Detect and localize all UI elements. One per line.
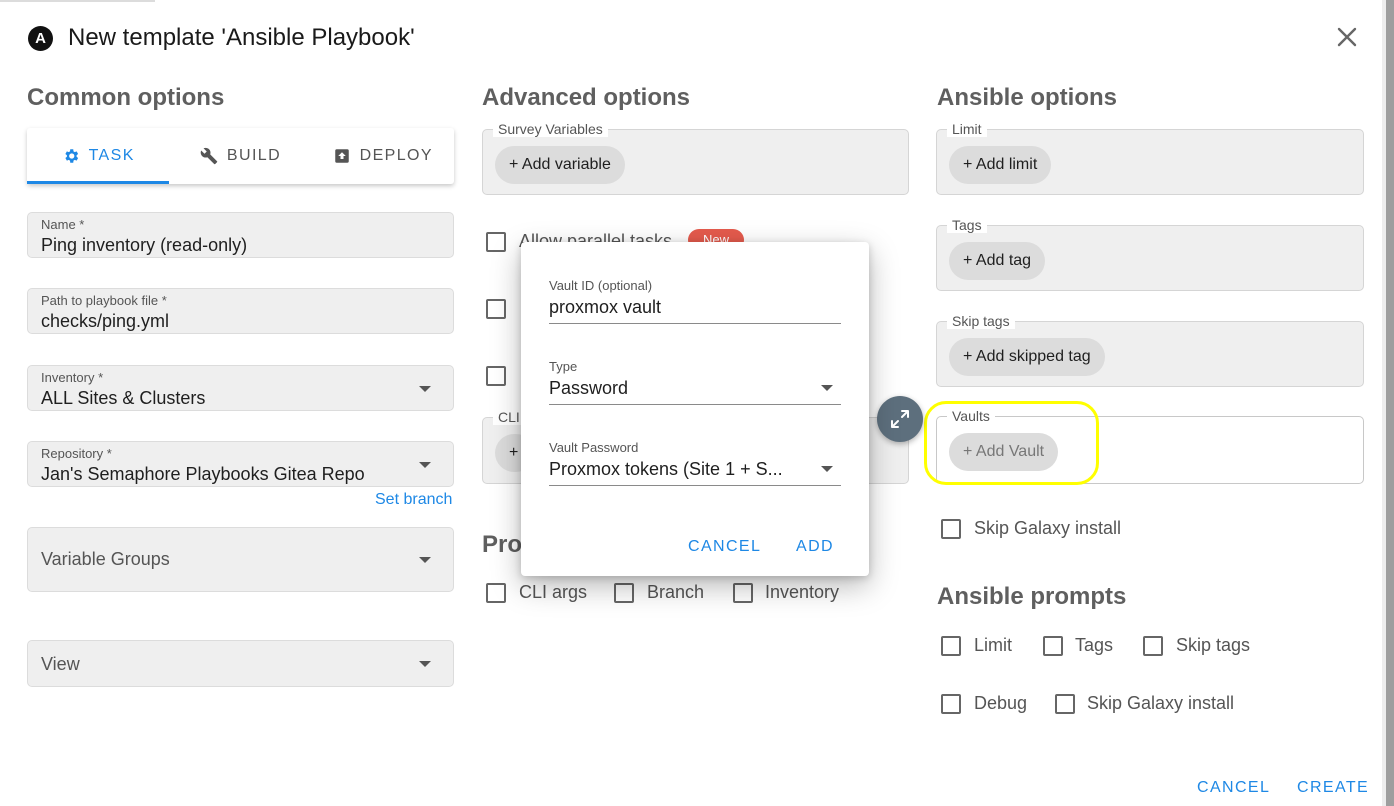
chevron-down-icon (821, 466, 833, 472)
prompt-debug-checkbox[interactable] (941, 694, 961, 714)
tab-task-label: TASK (88, 147, 135, 164)
set-branch-link[interactable]: Set branch (375, 491, 452, 509)
wrench-icon (200, 147, 218, 165)
prompt-skip-tags-checkbox[interactable] (1143, 636, 1163, 656)
vault-id-label: Vault ID (optional) (549, 278, 653, 293)
vault-type-select[interactable]: Type Password (549, 359, 841, 405)
skip-galaxy-label: Skip Galaxy install (974, 518, 1122, 538)
add-variable-button[interactable]: + Add variable (495, 146, 625, 184)
chevron-down-icon (419, 462, 431, 468)
prompt-limit-checkbox[interactable] (941, 636, 961, 656)
name-field-label: Name * (41, 217, 85, 232)
vault-password-select[interactable]: Vault Password Proxmox tokens (Site 1 + … (549, 440, 841, 486)
add-tag-button[interactable]: + Add tag (949, 242, 1046, 280)
chevron-down-icon (419, 661, 431, 667)
prompt-cli-args-label: CLI args (519, 582, 588, 602)
prompt-skip-tags-label: Skip tags (1176, 635, 1251, 655)
dialog-header: A New template 'Ansible Playbook' (28, 24, 415, 52)
prompts-title: Pro (482, 531, 523, 558)
cancel-button[interactable]: CANCEL (1197, 779, 1270, 797)
skip-tags-box: Skip tags + Add skipped tag (936, 313, 1364, 387)
advanced-checkbox-2[interactable] (486, 299, 506, 319)
skip-tags-label: Skip tags (947, 313, 1015, 329)
vault-id-field[interactable]: Vault ID (optional) proxmox vault (549, 278, 841, 324)
vault-type-label: Type (549, 359, 578, 374)
survey-variables-box: Survey Variables + Add variable (482, 121, 909, 195)
view-placeholder: View (41, 654, 80, 674)
ansible-logo-icon: A (28, 25, 53, 51)
close-icon[interactable] (1336, 26, 1358, 48)
vault-add-button[interactable]: ADD (796, 538, 834, 556)
add-skipped-tag-button[interactable]: + Add skipped tag (949, 338, 1105, 376)
prompt-inventory-checkbox[interactable] (733, 583, 753, 603)
gear-icon (64, 149, 78, 163)
playbook-path-value: checks/ping.yml (41, 311, 170, 331)
tab-task[interactable]: TASK (27, 128, 170, 184)
chevron-down-icon (419, 557, 431, 563)
prompt-tags-checkbox[interactable] (1043, 636, 1063, 656)
add-limit-button[interactable]: + Add limit (949, 146, 1052, 184)
prompt-cli-args-checkbox[interactable] (486, 583, 506, 603)
prompt-branch-label: Branch (647, 582, 705, 602)
tab-deploy-label: DEPLOY (359, 147, 433, 164)
upload-box-icon (334, 149, 349, 163)
advanced-checkbox-3[interactable] (486, 366, 506, 386)
ansible-options-title: Ansible options (937, 84, 1117, 111)
name-field-value: Ping inventory (read-only) (41, 235, 248, 255)
top-divider (0, 0, 155, 2)
name-field[interactable]: Name * Ping inventory (read-only) (27, 212, 454, 258)
dialog-title: New template 'Ansible Playbook' (68, 24, 415, 51)
expand-button[interactable] (877, 396, 923, 442)
expand-arrows-icon (891, 410, 909, 428)
advanced-options-title: Advanced options (482, 84, 691, 111)
repository-label: Repository * (41, 446, 112, 461)
repository-select[interactable]: Repository * Jan's Semaphore Playbooks G… (27, 441, 454, 487)
tab-build-label: BUILD (226, 147, 282, 164)
playbook-path-field[interactable]: Path to playbook file * checks/ping.yml (27, 288, 454, 334)
vault-cancel-button[interactable]: CANCEL (688, 538, 761, 556)
tags-box: Tags + Add tag (936, 217, 1364, 291)
ansible-prompts-title: Ansible prompts (937, 583, 1127, 610)
inventory-label: Inventory * (41, 370, 104, 385)
vault-type-value: Password (549, 378, 629, 398)
limit-box: Limit + Add limit (936, 121, 1364, 195)
inventory-select[interactable]: Inventory * ALL Sites & Clusters (27, 365, 454, 411)
survey-variables-label: Survey Variables (493, 121, 608, 137)
playbook-path-label: Path to playbook file * (41, 293, 167, 308)
variable-groups-placeholder: Variable Groups (41, 549, 170, 569)
prompt-inventory-label: Inventory (765, 582, 840, 602)
limit-label: Limit (947, 121, 987, 137)
skip-galaxy-checkbox[interactable] (941, 519, 961, 539)
prompt-tags-label: Tags (1075, 635, 1114, 655)
prompt-skip-galaxy-checkbox[interactable] (1055, 694, 1075, 714)
vaults-highlight-annotation (924, 401, 1099, 485)
vault-password-value: Proxmox tokens (Site 1 + S... (549, 459, 783, 479)
inventory-value: ALL Sites & Clusters (41, 388, 206, 408)
variable-groups-select[interactable]: Variable Groups (27, 527, 454, 592)
prompt-skip-galaxy-label: Skip Galaxy install (1087, 693, 1235, 713)
view-select[interactable]: View (27, 640, 454, 687)
prompt-limit-label: Limit (974, 635, 1013, 655)
common-options-title: Common options (27, 84, 225, 111)
allow-parallel-checkbox[interactable] (486, 232, 506, 252)
tab-build[interactable]: BUILD (169, 128, 311, 184)
chevron-down-icon (419, 386, 431, 392)
chevron-down-icon (821, 385, 833, 391)
prompt-debug-label: Debug (974, 693, 1028, 713)
window-edge (1382, 0, 1394, 806)
repository-value: Jan's Semaphore Playbooks Gitea Repo (41, 464, 365, 484)
vault-id-value: proxmox vault (549, 297, 662, 317)
add-vault-dialog: Vault ID (optional) proxmox vault Type P… (521, 242, 869, 576)
create-button[interactable]: CREATE (1297, 779, 1369, 797)
tab-deploy[interactable]: DEPLOY (312, 128, 454, 184)
template-tabs: TASK BUILD DEPLOY (27, 128, 454, 184)
tags-label: Tags (947, 217, 987, 233)
vault-password-label: Vault Password (549, 440, 639, 455)
prompt-branch-checkbox[interactable] (614, 583, 634, 603)
